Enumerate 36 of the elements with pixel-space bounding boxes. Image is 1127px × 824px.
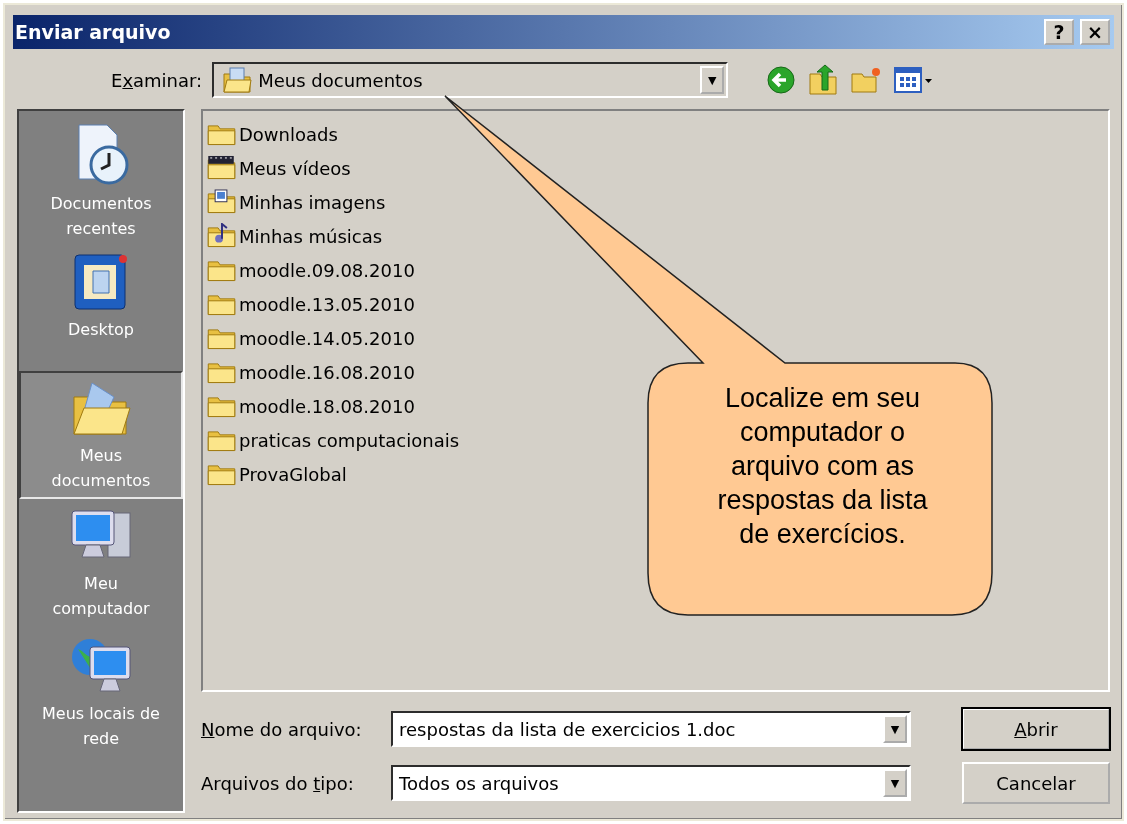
callout-text: Localize em seu computador o arquivo com as respostas da lista de exercícios. <box>716 382 929 551</box>
view-menu-icon[interactable] <box>894 67 935 93</box>
file-type-dropdown[interactable]: Todos os arquivos ▼ <box>391 765 911 801</box>
cancel-button[interactable]: Cancelar <box>962 762 1110 804</box>
file-name[interactable]: moodle.09.08.2010 <box>239 259 415 281</box>
file-name[interactable]: moodle.14.05.2010 <box>239 327 415 349</box>
places-item[interactable]: Meu computador <box>19 499 183 627</box>
look-in-dropdown[interactable]: Meus documentos ▼ <box>212 62 729 98</box>
film-folder-icon <box>207 155 237 181</box>
music-folder-icon <box>207 223 237 249</box>
picture-folder-icon <box>207 189 237 215</box>
documents-folder-icon <box>222 66 253 94</box>
window-title: Enviar arquivo <box>15 21 171 43</box>
close-button[interactable]: × <box>1080 19 1110 45</box>
file-name[interactable]: Minhas músicas <box>239 225 383 247</box>
file-name-label: Nome do arquivo: <box>201 718 363 740</box>
file-name[interactable]: Downloads <box>239 123 338 145</box>
file-name[interactable]: moodle.16.08.2010 <box>239 361 415 383</box>
dropdown-arrow-button[interactable]: ▼ <box>883 769 907 797</box>
file-name[interactable]: moodle.13.05.2010 <box>239 293 415 315</box>
look-in-label: Examinar: <box>111 69 203 91</box>
places-item[interactable]: Desktop <box>19 243 183 371</box>
file-name[interactable]: moodle.18.08.2010 <box>239 395 415 417</box>
open-button[interactable]: Abrir <box>962 708 1110 750</box>
places-item[interactable]: Meus locais de rede <box>19 627 183 755</box>
file-name-field[interactable]: respostas da lista de exercicios 1.doc ▼ <box>391 711 911 747</box>
file-type-label: Arquivos do tipo: <box>201 772 355 794</box>
file-name[interactable]: praticas computacionais <box>239 429 460 451</box>
help-button[interactable]: ? <box>1044 19 1074 45</box>
file-name[interactable]: Minhas imagens <box>239 191 386 213</box>
dropdown-arrow-button[interactable]: ▼ <box>883 715 907 743</box>
up-folder-icon[interactable] <box>808 64 839 96</box>
places-item[interactable]: Documentos recentes <box>19 115 183 243</box>
dropdown-arrow-button[interactable]: ▼ <box>700 66 725 94</box>
file-name[interactable]: ProvaGlobal <box>239 463 347 485</box>
file-name[interactable]: Meus vídeos <box>239 157 351 179</box>
